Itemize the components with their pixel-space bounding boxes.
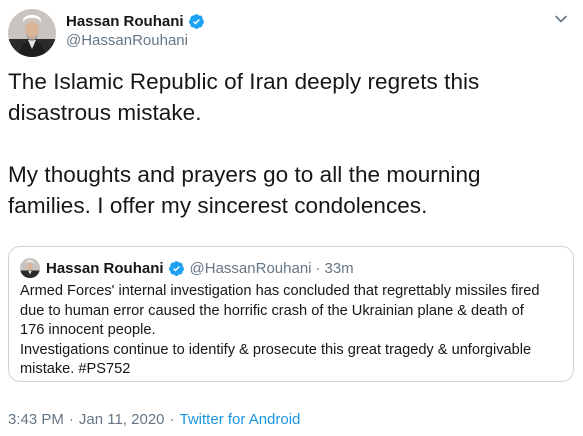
tweet-source-link[interactable]: Twitter for Android: [180, 411, 301, 428]
tweet-header: Hassan Rouhani @HassanRouhani: [8, 9, 575, 57]
author-handle[interactable]: @HassanRouhani: [66, 32, 205, 49]
quoted-author-avatar: [20, 258, 40, 278]
tweet-meta: 3:43 PM · Jan 11, 2020 · Twitter for And…: [8, 411, 300, 428]
meta-separator: ·: [169, 411, 175, 428]
author-display-name[interactable]: Hassan Rouhani: [66, 13, 184, 30]
chevron-down-icon[interactable]: [551, 9, 571, 29]
meta-separator: ·: [68, 411, 74, 428]
quoted-handle: @HassanRouhani: [189, 259, 312, 277]
verified-badge-icon: [168, 260, 184, 276]
tweet-date[interactable]: Jan 11, 2020: [79, 411, 165, 428]
quoted-timestamp[interactable]: 33m: [325, 260, 354, 277]
avatar-portrait-icon: [20, 258, 40, 278]
quoted-separator: ·: [315, 259, 321, 277]
author-avatar[interactable]: [8, 9, 56, 57]
quoted-display-name: Hassan Rouhani: [46, 259, 164, 277]
display-name-row: Hassan Rouhani: [66, 11, 205, 31]
quoted-tweet[interactable]: Hassan Rouhani @HassanRouhani · 33m Arme…: [8, 246, 574, 382]
quoted-tweet-header: Hassan Rouhani @HassanRouhani · 33m: [20, 257, 354, 279]
verified-badge-icon: [188, 13, 204, 29]
tweet-text: The Islamic Republic of Iran deeply regr…: [8, 69, 481, 218]
tweet-time[interactable]: 3:43 PM: [8, 411, 64, 428]
tweet-card: Hassan Rouhani @HassanRouhani The Islami…: [0, 0, 583, 436]
quoted-tweet-text: Armed Forces' internal investigation has…: [20, 283, 540, 378]
author-names: Hassan Rouhani @HassanRouhani: [66, 11, 205, 49]
avatar-portrait-icon: [8, 9, 56, 57]
